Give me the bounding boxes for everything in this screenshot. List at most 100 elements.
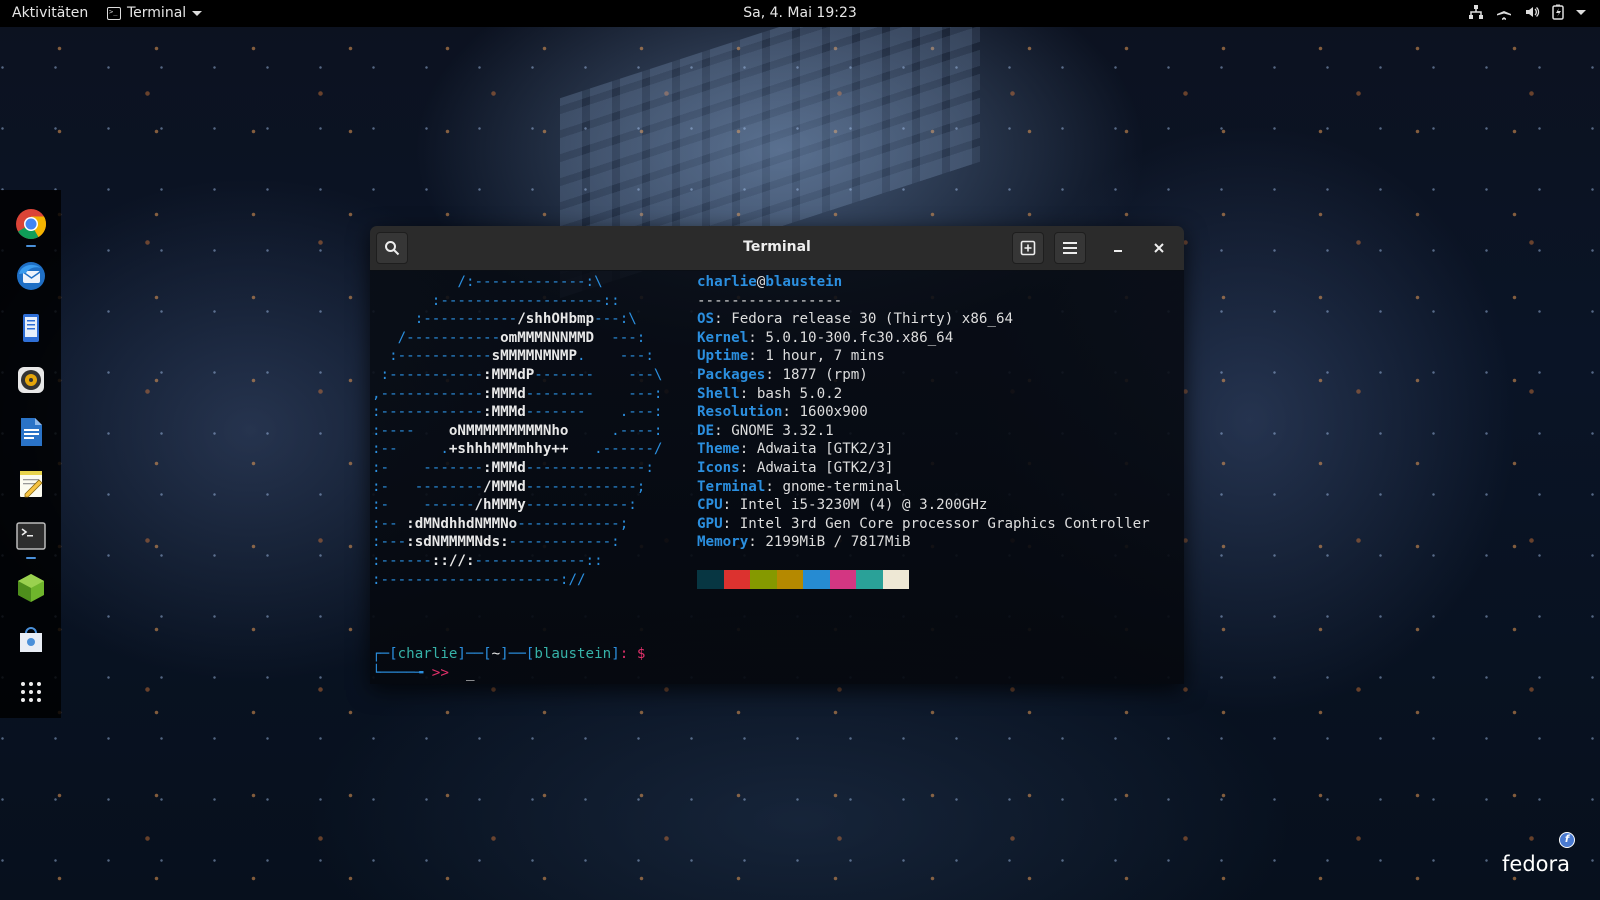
cube-app-icon [17,574,44,602]
dock-item-thunderbird[interactable] [9,250,53,302]
info-value: Adwaita [GTK2/3] [756,441,894,458]
palette-swatch [750,570,777,589]
info-value: Fedora release 30 (Thirty) x86_64 [731,311,1014,328]
fedora-logo-icon: f [1559,832,1575,848]
palette-swatch [829,570,856,589]
phone-contacts-icon [22,314,39,342]
system-tray[interactable] [1468,4,1586,20]
clock[interactable]: Sa, 4. Mai 19:23 [743,5,857,21]
prompt-arrows: >> [431,665,449,681]
palette-swatch [697,570,724,589]
info-row-memory: Memory: 2199MiB / 7817MiB [697,534,911,551]
info-row-icons: Icons: Adwaita [GTK2/3] [697,459,894,476]
thunderbird-icon [16,262,45,290]
info-value: Intel 3rd Gen Core processor Graphics Co… [739,515,1150,532]
cursor: _ [465,665,475,681]
info-key: Kernel [697,329,749,346]
running-indicator [25,557,36,559]
palette-swatch [723,570,750,589]
palette-swatch [776,570,803,589]
info-value: 1600x900 [799,404,868,421]
info-key: CPU [697,497,723,514]
header-bar[interactable]: Terminal [370,226,1184,271]
airplane-mode-icon [1496,4,1512,20]
info-key: Terminal [697,478,766,495]
system-info: charlie@blaustein ----------------- OS: Fe… [697,273,1150,552]
dock-item-cube-app[interactable] [9,562,53,614]
text-editor-icon [19,471,43,498]
palette-swatch [882,570,909,589]
prompt-line-2: └────╼ >> _ [372,665,475,681]
dock-item-text-editor[interactable] [9,458,53,510]
info-value: 5.0.10-300.fc30.x86_64 [765,329,954,346]
software-store-icon [19,627,42,652]
info-key: Uptime [697,348,749,365]
info-key: Shell [697,385,740,402]
info-key: Packages [697,366,766,383]
close-icon [1154,243,1164,253]
terminal-window[interactable]: Terminal /:-------------:\ :------------… [370,226,1184,684]
dock-item-software[interactable] [9,614,53,666]
close-button[interactable] [1149,238,1169,258]
info-key: GPU [697,515,723,532]
info-key: Theme [697,441,740,458]
chrome-icon [15,209,46,240]
info-row-gpu: GPU: Intel 3rd Gen Core processor Graphi… [697,515,1150,532]
dash-dock [0,190,61,718]
color-palette [697,570,909,589]
info-value: gnome-terminal [782,478,903,495]
dock-item-terminal[interactable] [9,510,53,562]
info-value: Intel i5-3230M (4) @ 3.200GHz [739,497,988,514]
prompt-symbol: $ [636,646,646,662]
running-indicator [25,245,36,247]
dock-item-rhythmbox[interactable] [9,354,53,406]
info-row-theme: Theme: Adwaita [GTK2/3] [697,441,894,458]
info-value: GNOME 3.32.1 [731,422,834,439]
fedora-wordmark: fedora [1502,852,1570,876]
info-value: Adwaita [GTK2/3] [756,459,894,476]
dock-item-phone[interactable] [9,302,53,354]
info-row-shell: Shell: bash 5.0.2 [697,385,843,402]
dock-item-show-apps[interactable] [9,666,53,718]
new-tab-button[interactable] [1012,232,1044,264]
info-key: Icons [697,459,740,476]
network-icon [1468,4,1484,20]
info-row-de: DE: GNOME 3.32.1 [697,422,834,439]
info-row-terminal: Terminal: gnome-terminal [697,478,903,495]
info-separator: ----------------- [697,292,843,309]
rhythmbox-icon [17,367,44,393]
writer-document-icon [20,418,42,446]
info-key: Memory [697,534,749,551]
app-menu-label: Terminal [127,5,187,21]
chevron-down-icon [192,10,203,16]
info-row-os: OS: Fedora release 30 (Thirty) x86_64 [697,311,1014,328]
hamburger-menu-icon [1063,242,1077,254]
volume-icon [1524,4,1540,20]
palette-swatch [803,570,830,589]
system-menu-caret-icon [1576,9,1586,15]
info-row-resolution: Resolution: 1600x900 [697,404,868,421]
info-row-packages: Packages: 1877 (rpm) [697,366,868,383]
top-bar: Aktivitäten >_ Terminal Sa, 4. Mai 19:23 [0,0,1600,27]
app-menu[interactable]: >_ Terminal [107,5,203,21]
prompt-dir: ~ [491,646,501,662]
palette-swatch [856,570,883,589]
dock-item-chrome[interactable] [9,198,53,250]
info-host: blaustein [765,274,843,290]
info-row-kernel: Kernel: 5.0.10-300.fc30.x86_64 [697,329,954,346]
info-row-uptime: Uptime: 1 hour, 7 mins [697,348,885,365]
minimize-button[interactable] [1108,238,1128,258]
activities-button[interactable]: Aktivitäten [12,5,88,21]
shell-prompt[interactable]: ┌─[charlie]──[~]──[blaustein]: $ └────╼ >… [372,645,645,683]
info-value: bash 5.0.2 [756,385,843,402]
info-row-cpu: CPU: Intel i5-3230M (4) @ 3.200GHz [697,497,988,514]
menu-button[interactable] [1054,232,1086,264]
battery-icon [1552,4,1564,20]
terminal-icon [15,522,46,550]
info-value: 1 hour, 7 mins [765,348,885,365]
info-key: OS [697,311,715,328]
terminal-content[interactable]: /:-------------:\ :-------------------::… [370,270,1184,684]
fedora-ascii-logo: /:-------------:\ :-------------------::… [372,274,663,588]
info-key: DE [697,422,715,439]
dock-item-writer[interactable] [9,406,53,458]
